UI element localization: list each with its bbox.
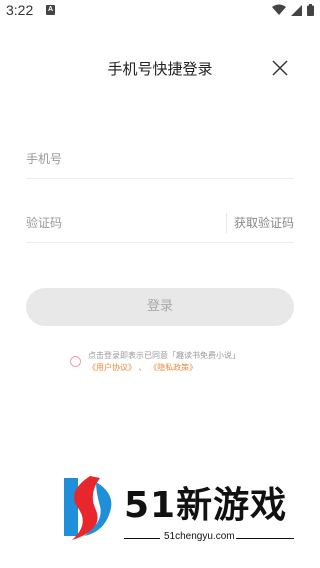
agreement-separator: 、: [138, 363, 147, 372]
logo-icon: [64, 476, 112, 540]
login-button[interactable]: 登录: [26, 288, 294, 326]
phone-field: [26, 139, 294, 179]
battery-icon: [307, 4, 314, 16]
status-icons: [272, 4, 314, 16]
close-icon: [272, 60, 288, 76]
watermark-name: 51新游戏: [124, 485, 288, 526]
wifi-icon: [272, 4, 286, 15]
phone-input[interactable]: [26, 139, 206, 179]
agreement-text: 点击登录即表示已同意「趣读书免费小说」: [88, 351, 240, 360]
get-code-button[interactable]: 获取验证码: [234, 203, 294, 243]
user-agreement-link[interactable]: 《用户协议》: [88, 363, 136, 372]
code-field: 获取验证码: [26, 203, 294, 243]
privacy-policy-link[interactable]: 《隐私政策》: [149, 363, 197, 372]
agreement-checkbox[interactable]: [70, 356, 81, 367]
watermark-line-left: [124, 538, 160, 539]
status-time: 3:22: [6, 2, 34, 18]
watermark-line-right: [236, 538, 294, 539]
status-bar: 3:22 A: [0, 0, 320, 24]
code-input[interactable]: [26, 203, 206, 243]
agreement-links: 《用户协议》 、 《隐私政策》: [88, 362, 197, 374]
a-icon: A: [46, 5, 55, 15]
code-divider: [226, 213, 227, 233]
signal-icon: [291, 4, 302, 16]
close-button[interactable]: [270, 58, 290, 78]
watermark-url: 51chengyu.com: [164, 531, 235, 542]
watermark-logo: 51新游戏 51chengyu.com: [60, 472, 300, 544]
